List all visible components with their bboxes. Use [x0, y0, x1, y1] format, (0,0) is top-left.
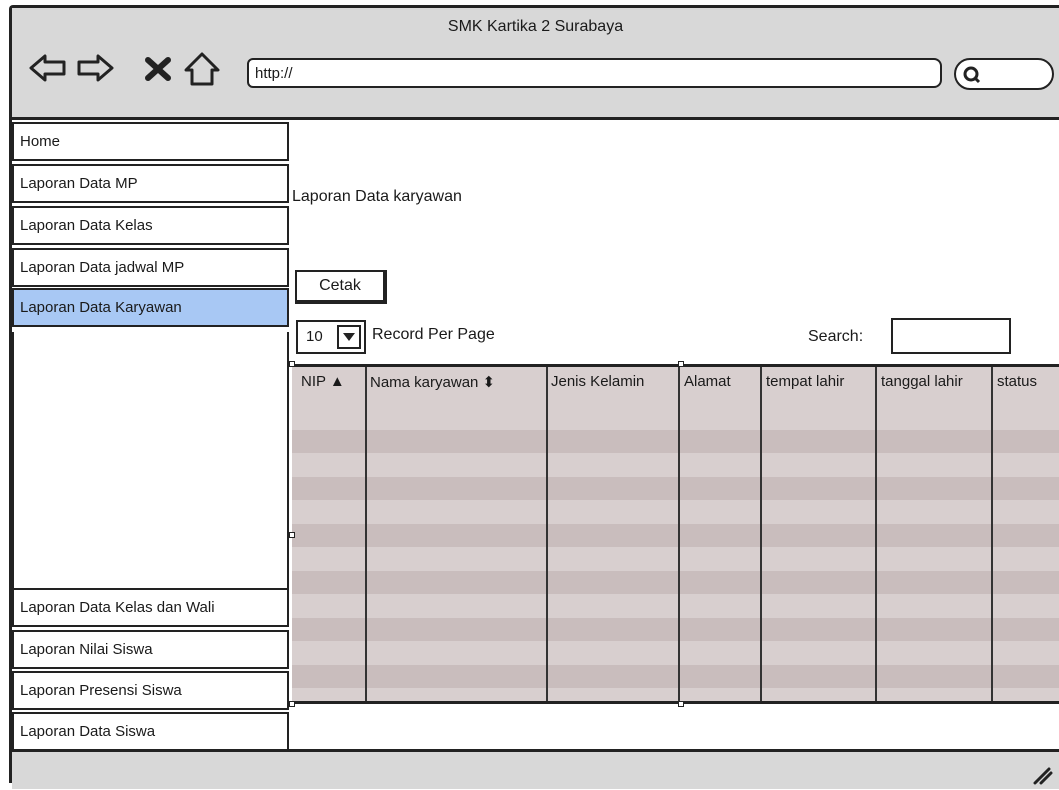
home-icon[interactable]	[182, 48, 222, 88]
sidebar-item-laporan-data-mp[interactable]: Laporan Data MP	[12, 164, 289, 203]
forward-icon[interactable]	[74, 48, 116, 88]
sidebar-item-laporan-data-kelas-dan-wali[interactable]: Laporan Data Kelas dan Wali	[12, 588, 289, 627]
resize-handle[interactable]	[678, 361, 684, 367]
search-label: Search:	[808, 328, 864, 345]
resize-handle[interactable]	[678, 701, 684, 707]
resize-handle[interactable]	[289, 532, 295, 538]
records-per-page-value: 10	[306, 328, 323, 345]
page-title: Laporan Data karyawan	[292, 188, 462, 205]
column-divider	[678, 367, 680, 701]
status-bar	[12, 749, 1059, 789]
resize-grip-icon[interactable]	[1029, 761, 1053, 785]
resize-handle[interactable]	[289, 701, 295, 707]
window-title: SMK Kartika 2 Surabaya	[447, 18, 624, 35]
records-per-page-select[interactable]: 10	[296, 320, 366, 354]
sidebar-item-home[interactable]: Home	[12, 122, 289, 161]
browser-toolbar: SMK Kartika 2 Surabaya http://	[12, 8, 1059, 120]
sidebar-item-laporan-presensi-siswa[interactable]: Laporan Presensi Siswa	[12, 671, 289, 710]
table-row	[292, 665, 1059, 688]
resize-handle[interactable]	[289, 361, 295, 367]
sidebar-item-laporan-data-kelas[interactable]: Laporan Data Kelas	[12, 206, 289, 245]
sidebar-item-laporan-data-karyawan[interactable]: Laporan Data Karyawan	[12, 288, 289, 327]
column-header-jenis-kelamin[interactable]: Jenis Kelamin	[551, 373, 676, 390]
sidebar-item-laporan-nilai-siswa[interactable]: Laporan Nilai Siswa	[12, 630, 289, 669]
column-divider	[546, 367, 548, 701]
print-button[interactable]: Cetak	[295, 270, 387, 304]
back-icon[interactable]	[27, 48, 69, 88]
column-header-status[interactable]: status	[997, 373, 1057, 390]
url-bar[interactable]: http://	[247, 58, 942, 88]
column-header-alamat[interactable]: Alamat	[684, 373, 758, 390]
table-row	[292, 524, 1059, 547]
table-row	[292, 571, 1059, 594]
sidebar-empty-space	[12, 332, 289, 588]
sidebar-item-laporan-data-siswa[interactable]: Laporan Data Siswa	[12, 712, 289, 751]
sidebar-item-laporan-data-jadwal-mp[interactable]: Laporan Data jadwal MP	[12, 248, 289, 287]
browser-search[interactable]	[954, 58, 1054, 90]
data-table: NIP ▲ Nama karyawan ⬍ Jenis Kelamin Alam…	[292, 364, 1059, 704]
column-divider	[365, 367, 367, 701]
table-row	[292, 618, 1059, 641]
column-header-nama-karyawan[interactable]: Nama karyawan ⬍	[370, 373, 544, 391]
column-header-nip[interactable]: NIP ▲	[301, 373, 363, 390]
table-row	[292, 477, 1059, 500]
records-per-page-label: Record Per Page	[372, 326, 495, 343]
close-icon[interactable]	[142, 48, 174, 88]
browser-window: SMK Kartika 2 Surabaya http:// Home Lapo…	[9, 5, 1059, 789]
table-row	[292, 430, 1059, 453]
column-divider	[760, 367, 762, 701]
column-divider	[991, 367, 993, 701]
search-input[interactable]	[891, 318, 1011, 354]
search-icon	[962, 65, 982, 85]
column-header-tempat-lahir[interactable]: tempat lahir	[766, 373, 873, 390]
column-divider	[875, 367, 877, 701]
column-header-tanggal-lahir[interactable]: tanggal lahir	[881, 373, 989, 390]
chevron-down-icon	[337, 325, 361, 349]
